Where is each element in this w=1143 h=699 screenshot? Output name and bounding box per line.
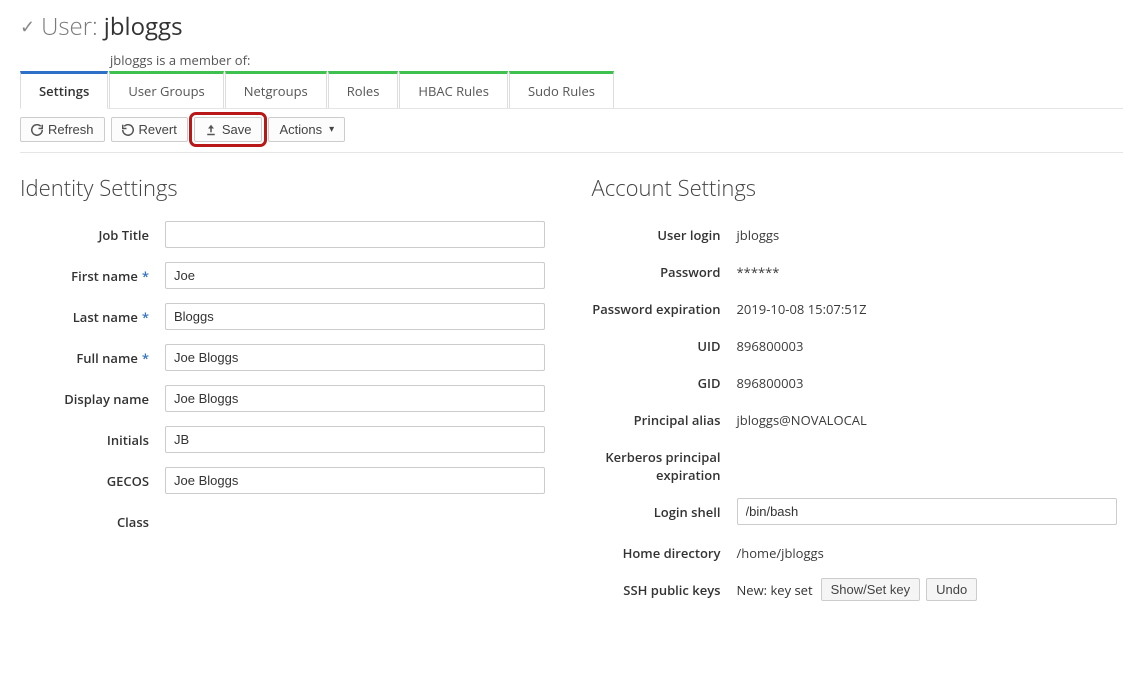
identity-settings-section: Identity Settings Job Title First name* … — [20, 173, 552, 615]
uid-label: UID — [592, 332, 737, 355]
full-name-input[interactable] — [165, 344, 545, 371]
password-expiration-value: 2019-10-08 15:07:51Z — [737, 295, 1124, 318]
initials-label: Initials — [20, 426, 165, 449]
revert-icon — [122, 124, 134, 136]
tab-settings[interactable]: Settings — [20, 71, 108, 109]
upload-icon — [205, 124, 217, 136]
user-login-label: User login — [592, 221, 737, 244]
user-login-value: jbloggs — [737, 221, 1124, 244]
principal-alias-label: Principal alias — [592, 406, 737, 429]
first-name-input[interactable] — [165, 262, 545, 289]
job-title-input[interactable] — [165, 221, 545, 248]
gid-value: 896800003 — [737, 369, 1124, 392]
refresh-icon — [31, 124, 43, 136]
title-prefix: User: — [41, 10, 98, 43]
revert-label: Revert — [139, 122, 177, 137]
save-label: Save — [222, 122, 252, 137]
uid-value: 896800003 — [737, 332, 1124, 355]
gecos-input[interactable] — [165, 467, 545, 494]
full-name-label: Full name* — [20, 344, 165, 367]
refresh-button[interactable]: Refresh — [20, 117, 105, 142]
actions-label: Actions — [279, 122, 322, 137]
kerberos-expiration-label: Kerberos principal expiration — [592, 443, 737, 484]
refresh-label: Refresh — [48, 122, 94, 137]
revert-button[interactable]: Revert — [111, 117, 188, 142]
account-heading: Account Settings — [592, 173, 1124, 203]
display-name-label: Display name — [20, 385, 165, 408]
last-name-input[interactable] — [165, 303, 545, 330]
login-shell-input[interactable] — [737, 498, 1117, 525]
ssh-public-keys-label: SSH public keys — [592, 576, 737, 599]
password-value: ****** — [737, 258, 1124, 281]
member-of-label: jbloggs is a member of: — [110, 51, 1123, 69]
title-username: jbloggs — [104, 10, 183, 43]
principal-alias-value: jbloggs@NOVALOCAL — [737, 406, 1124, 429]
tab-user-groups[interactable]: User Groups — [109, 71, 223, 108]
display-name-input[interactable] — [165, 385, 545, 412]
page-title: ✓ User: jbloggs — [20, 10, 1123, 43]
ssh-new-key-text: New: key set — [737, 581, 813, 599]
tabs: Settings User Groups Netgroups Roles HBA… — [20, 71, 1123, 109]
home-directory-value: /home/jbloggs — [737, 539, 1124, 562]
tab-sudo-rules[interactable]: Sudo Rules — [509, 71, 614, 108]
first-name-label: First name* — [20, 262, 165, 285]
last-name-label: Last name* — [20, 303, 165, 326]
initials-input[interactable] — [165, 426, 545, 453]
class-label: Class — [20, 508, 165, 531]
gid-label: GID — [592, 369, 737, 392]
job-title-label: Job Title — [20, 221, 165, 244]
home-directory-label: Home directory — [592, 539, 737, 562]
toolbar: Refresh Revert Save Actions ▾ — [20, 117, 1123, 153]
password-label: Password — [592, 258, 737, 281]
chevron-down-icon: ▾ — [329, 124, 334, 135]
undo-button[interactable]: Undo — [926, 578, 977, 601]
password-expiration-label: Password expiration — [592, 295, 737, 318]
login-shell-label: Login shell — [592, 498, 737, 521]
tab-hbac-rules[interactable]: HBAC Rules — [399, 71, 508, 108]
check-icon: ✓ — [20, 15, 35, 39]
identity-heading: Identity Settings — [20, 173, 552, 203]
kerberos-expiration-value — [737, 443, 1124, 448]
save-button[interactable]: Save — [194, 117, 263, 142]
gecos-label: GECOS — [20, 467, 165, 490]
tab-roles[interactable]: Roles — [328, 71, 399, 108]
show-set-key-button[interactable]: Show/Set key — [821, 578, 921, 601]
tab-netgroups[interactable]: Netgroups — [225, 71, 327, 108]
account-settings-section: Account Settings User login jbloggs Pass… — [592, 173, 1124, 615]
actions-button[interactable]: Actions ▾ — [268, 117, 345, 142]
